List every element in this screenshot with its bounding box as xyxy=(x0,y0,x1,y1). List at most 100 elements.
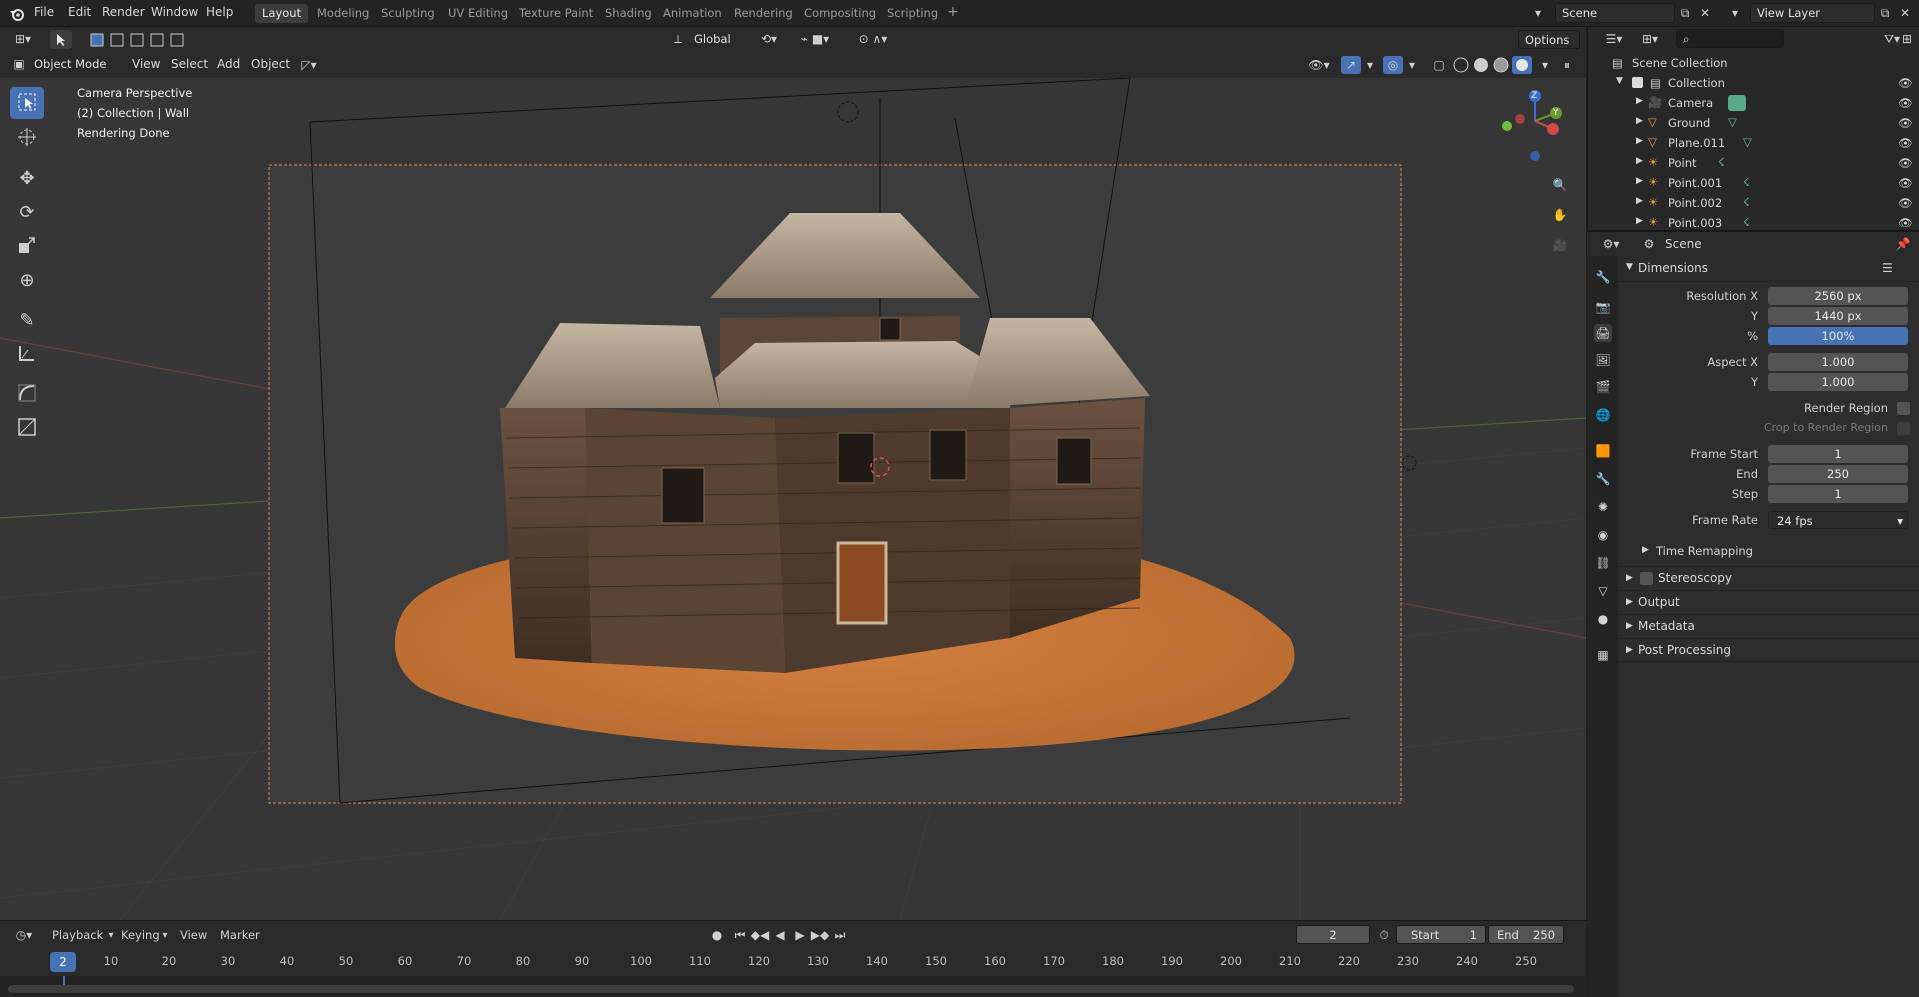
collapse-arrow-icon[interactable]: ▼ xyxy=(1626,262,1633,272)
timeline-track[interactable] xyxy=(0,976,1586,997)
timeline-menu-playback[interactable]: Playback xyxy=(52,928,103,942)
expand-arrow-icon[interactable]: ▶ xyxy=(1626,645,1633,655)
expand-arrow-icon[interactable]: ▶ xyxy=(1626,573,1633,583)
outliner-row-point003[interactable]: ▶ ☀ Point.003 ☇ 👁 xyxy=(1588,213,1919,227)
collection-checkbox[interactable] xyxy=(1632,77,1643,88)
presets-icon[interactable]: ☰ xyxy=(1882,261,1893,275)
tool-tab-icon[interactable]: 🔧 xyxy=(1594,268,1612,286)
options-dropdown[interactable]: Options xyxy=(1518,30,1580,49)
output-panel-header[interactable]: ▶ Output xyxy=(1618,590,1919,614)
tab-shading[interactable]: Shading xyxy=(598,4,659,23)
close-scene-icon[interactable]: ✕ xyxy=(1697,5,1713,21)
jump-start-icon[interactable]: ⏮ xyxy=(733,926,747,944)
frame-end-field[interactable]: 250 xyxy=(1768,465,1908,483)
viewport-menu-object[interactable]: Object xyxy=(251,57,290,71)
start-frame-field[interactable]: Start 1 xyxy=(1396,925,1486,944)
expand-arrow-icon[interactable]: ▶ xyxy=(1642,545,1649,555)
overlays-dropdown-icon[interactable]: ▾ xyxy=(1405,56,1419,74)
selection-mode-icons[interactable] xyxy=(88,30,186,49)
end-frame-field[interactable]: End 250 xyxy=(1488,925,1564,944)
pan-hand-icon[interactable]: ✋ xyxy=(1548,203,1572,227)
timeline-menu-keying[interactable]: Keying xyxy=(121,928,160,942)
expand-arrow-icon[interactable]: ▼ xyxy=(1616,76,1623,86)
display-mode-icon[interactable]: ⊞▾ xyxy=(1636,30,1664,48)
playback-dropdown-icon[interactable]: ▾ xyxy=(106,928,116,942)
timeline-editor-type-icon[interactable]: ◷▾ xyxy=(10,926,38,944)
gizmo-dropdown-icon[interactable]: ▾ xyxy=(1363,56,1377,74)
resolution-x-field[interactable]: 2560 px xyxy=(1768,287,1908,305)
3d-viewport[interactable]: Camera Perspective (2) Collection | Wall… xyxy=(0,78,1586,920)
outliner-row-collection[interactable]: ▼ ▤ Collection 👁 xyxy=(1588,73,1919,93)
eye-icon[interactable]: 👁 xyxy=(1898,96,1913,110)
scene-field[interactable]: Scene xyxy=(1555,3,1675,23)
add-cube-tool[interactable] xyxy=(10,412,44,444)
tab-animation[interactable]: Animation xyxy=(656,4,729,23)
particles-tab-icon[interactable]: ✺ xyxy=(1594,498,1612,516)
expand-arrow-icon[interactable]: ▶ xyxy=(1636,136,1643,146)
stereoscopy-panel-header[interactable]: ▶ Stereoscopy xyxy=(1618,566,1919,590)
resolution-percent-field[interactable]: 100% xyxy=(1768,327,1908,345)
current-frame-field[interactable]: 2 xyxy=(1296,925,1370,944)
tab-sculpting[interactable]: Sculpting xyxy=(374,4,442,23)
split-area-icon[interactable]: ⏸ xyxy=(1558,56,1576,74)
timeline-menu-marker[interactable]: Marker xyxy=(220,928,260,942)
scene-selector-icon[interactable]: ▾ xyxy=(1525,4,1551,22)
record-icon[interactable]: ● xyxy=(708,926,726,944)
output-tab-icon[interactable]: 🖨 xyxy=(1594,324,1612,342)
outliner-row-plane011[interactable]: ▶ ▽ Plane.011 ▽ 👁 xyxy=(1588,133,1919,153)
time-remapping-subpanel[interactable]: ▶ Time Remapping xyxy=(1634,542,1904,562)
annotate-tool[interactable]: ✎ xyxy=(10,304,44,336)
close-view-layer-icon[interactable]: ✕ xyxy=(1897,5,1913,21)
scale-tool[interactable] xyxy=(10,230,44,262)
transform-orientation-dropdown[interactable]: Global xyxy=(688,30,746,49)
navigation-gizmo[interactable] xyxy=(1490,86,1570,166)
frame-step-field[interactable]: 1 xyxy=(1768,485,1908,503)
eye-icon[interactable]: 👁 xyxy=(1898,156,1913,170)
view-layer-field[interactable]: View Layer xyxy=(1750,3,1875,23)
material-tab-icon[interactable]: ● xyxy=(1594,610,1612,628)
pin-icon[interactable]: 📌 xyxy=(1895,235,1911,253)
aspect-y-field[interactable]: 1.000 xyxy=(1768,373,1908,391)
view-layer-tab-icon[interactable]: 🖼 xyxy=(1594,351,1612,369)
playhead-frame[interactable]: 2 xyxy=(50,952,76,972)
timeline-ruler[interactable]: 2 10 20 30 40 50 60 70 80 90 100 110 120… xyxy=(0,948,1586,976)
zoom-icon[interactable]: 🔍 xyxy=(1548,173,1572,197)
editor-type-icon[interactable]: ⊞▾ xyxy=(8,30,38,48)
rotate-tool[interactable]: ⟳ xyxy=(10,196,44,228)
pivot-point-icon[interactable]: ⟲▾ xyxy=(755,30,783,48)
shading-modes-icons[interactable] xyxy=(1452,56,1536,74)
outliner-row-ground[interactable]: ▶ ▽ Ground ▽ 👁 xyxy=(1588,113,1919,133)
world-tab-icon[interactable]: 🌐 xyxy=(1594,406,1612,424)
tab-scripting[interactable]: Scripting xyxy=(880,4,945,23)
eye-icon[interactable]: 👁 xyxy=(1898,76,1913,90)
expand-arrow-icon[interactable]: ▶ xyxy=(1636,216,1643,226)
transform-affect-icon[interactable]: ◸▾ xyxy=(296,56,322,74)
crop-region-checkbox[interactable] xyxy=(1897,422,1910,435)
outliner-editor-type-icon[interactable]: ☰▾ xyxy=(1600,30,1628,48)
tab-rendering[interactable]: Rendering xyxy=(727,4,800,23)
visibility-icon[interactable]: 👁▾ xyxy=(1305,56,1333,74)
outliner-row-point[interactable]: ▶ ☀ Point ☇ 👁 xyxy=(1588,153,1919,173)
xray-icon[interactable]: ▢ xyxy=(1430,56,1448,74)
expand-arrow-icon[interactable]: ▶ xyxy=(1636,116,1643,126)
resolution-y-field[interactable]: 1440 px xyxy=(1768,307,1908,325)
properties-editor-type-icon[interactable]: ⚙▾ xyxy=(1597,235,1625,253)
add-workspace-button[interactable]: + xyxy=(940,2,966,21)
eye-icon[interactable]: 👁 xyxy=(1898,176,1913,190)
stopwatch-icon[interactable]: ⏱ xyxy=(1376,926,1392,944)
frame-rate-dropdown[interactable]: 24 fps ▾ xyxy=(1768,511,1908,529)
viewport-menu-view[interactable]: View xyxy=(132,57,160,71)
prev-keyframe-icon[interactable]: ◆◀ xyxy=(751,926,769,944)
timeline-scrollbar[interactable] xyxy=(8,985,1574,993)
outliner-row-point002[interactable]: ▶ ☀ Point.002 ☇ 👁 xyxy=(1588,193,1919,213)
scene-tab-icon[interactable]: 🎬 xyxy=(1594,378,1612,396)
menu-edit[interactable]: Edit xyxy=(68,5,91,19)
expand-arrow-icon[interactable]: ▶ xyxy=(1636,196,1643,206)
measure-tool[interactable] xyxy=(10,338,44,370)
expand-arrow-icon[interactable]: ▶ xyxy=(1636,156,1643,166)
add-curve-tool[interactable] xyxy=(10,378,44,410)
next-keyframe-icon[interactable]: ▶◆ xyxy=(811,926,829,944)
copy-scene-icon[interactable]: ⧉ xyxy=(1677,5,1693,21)
tab-modeling[interactable]: Modeling xyxy=(310,4,376,23)
copy-view-layer-icon[interactable]: ⧉ xyxy=(1877,5,1893,21)
